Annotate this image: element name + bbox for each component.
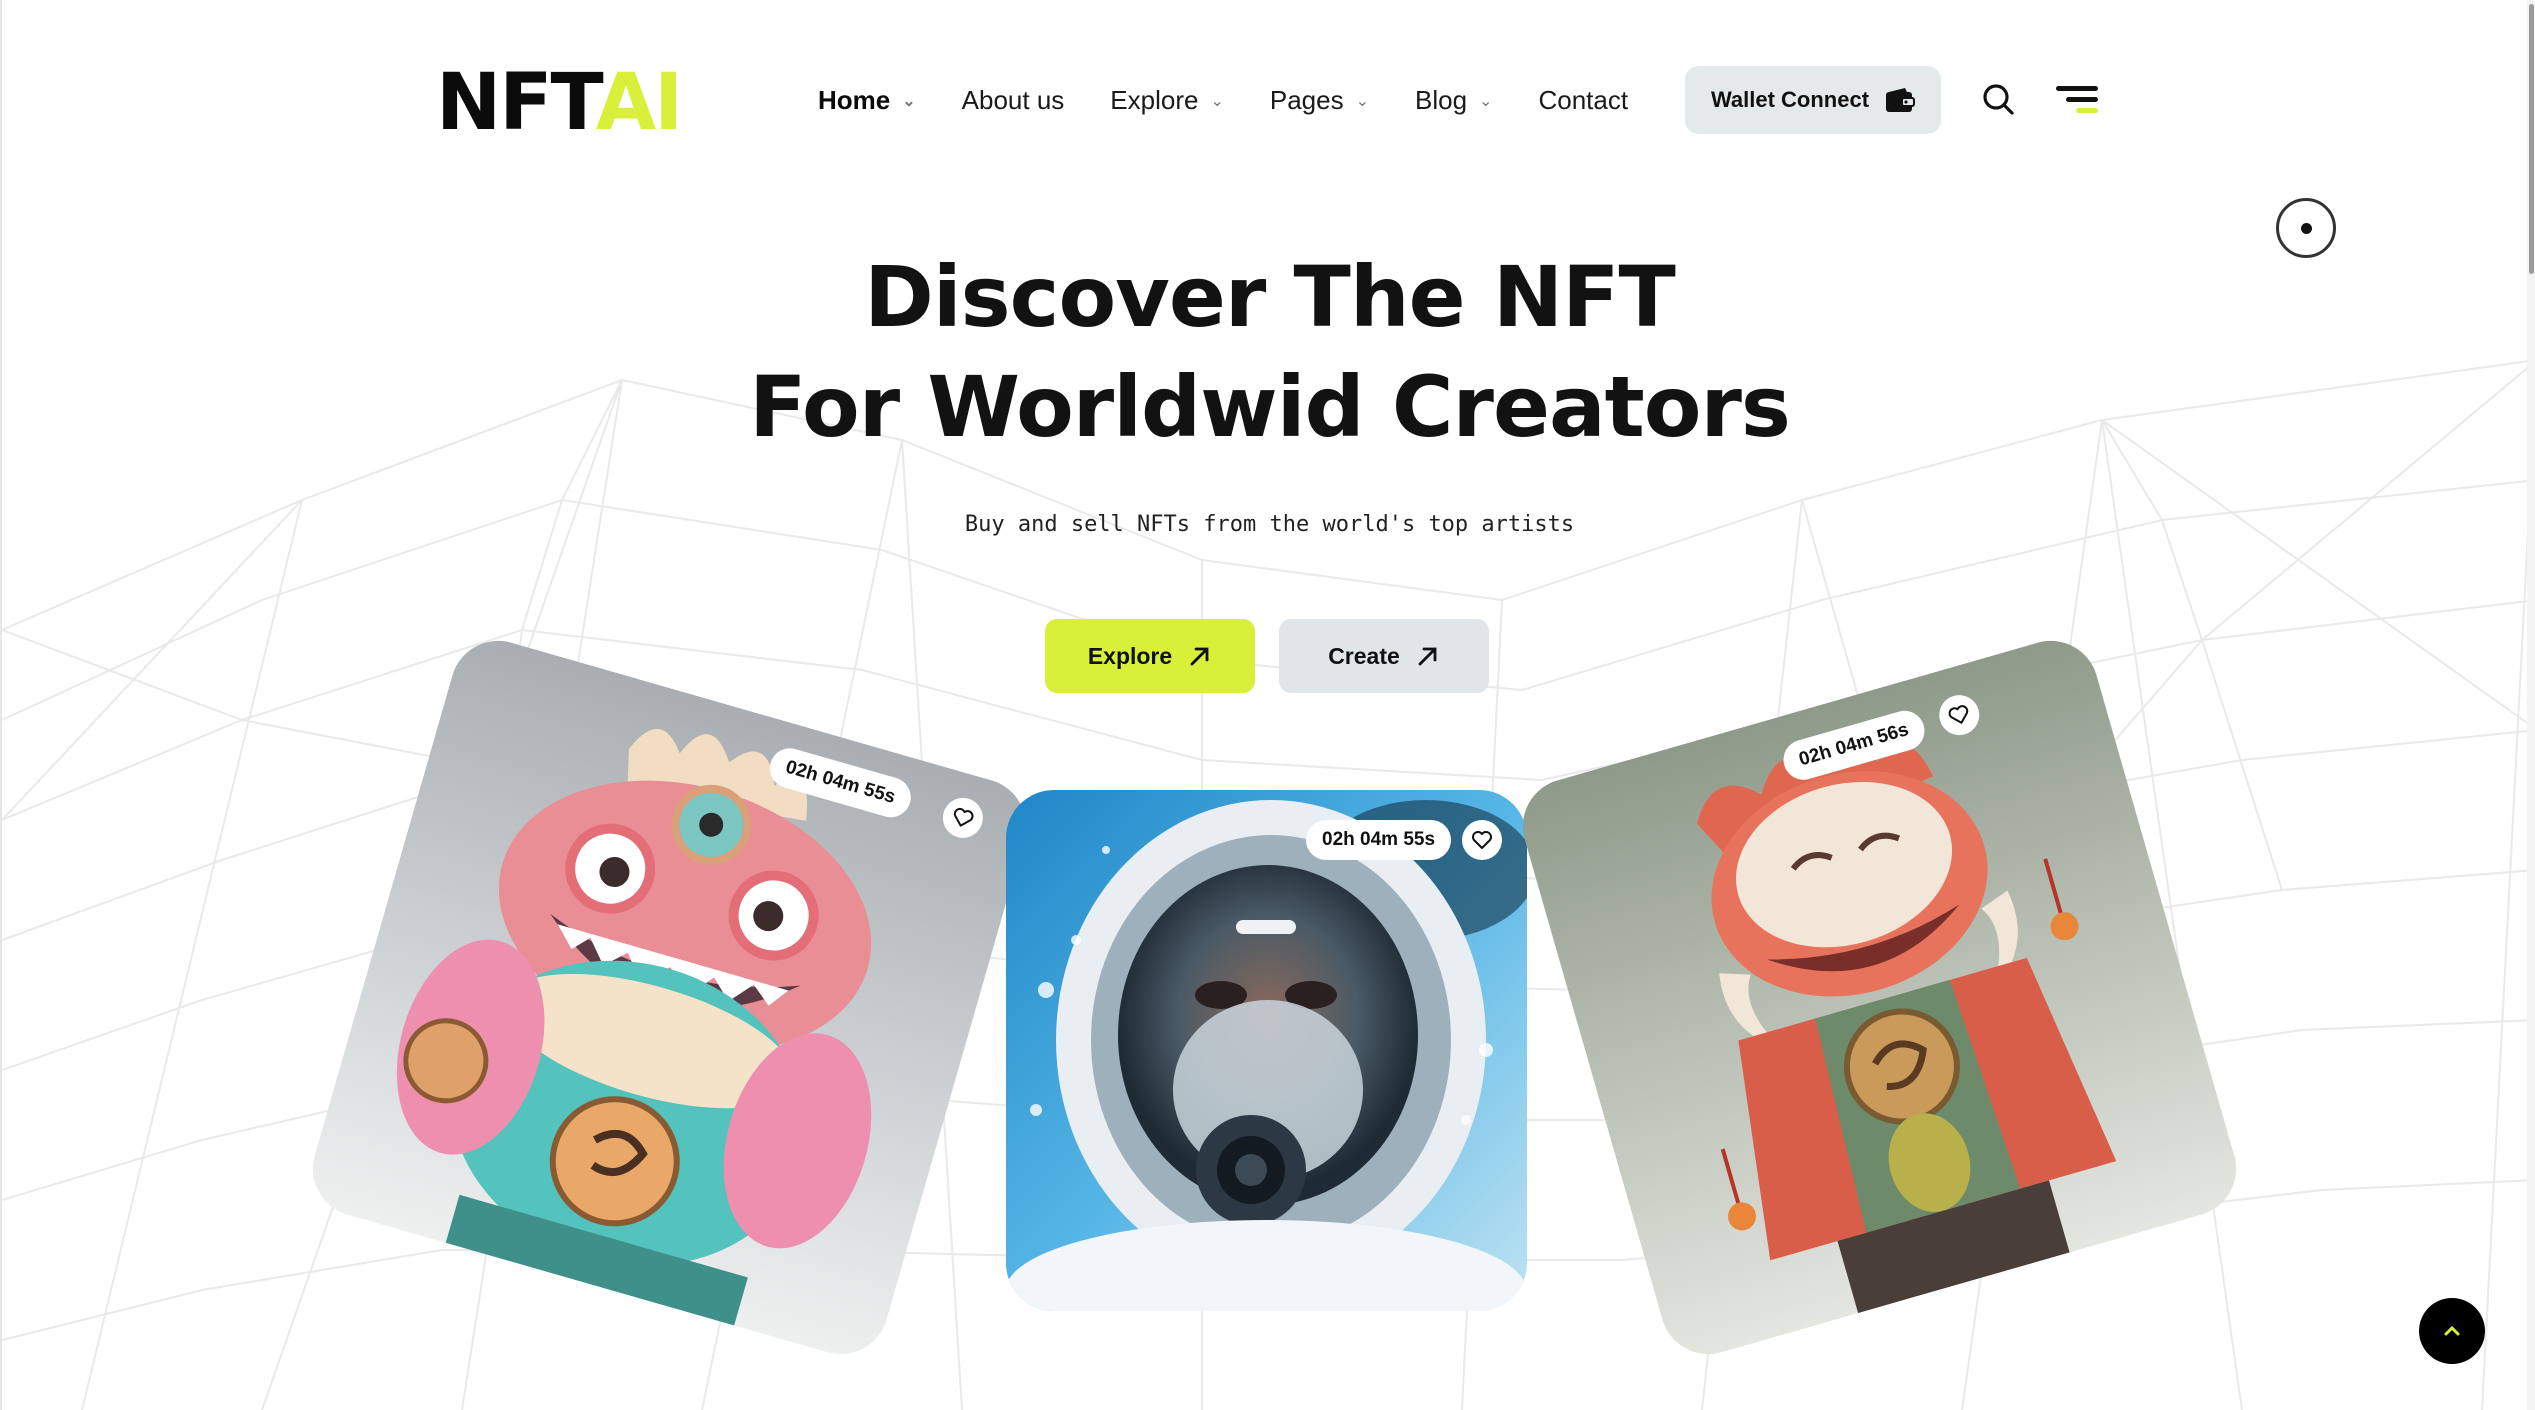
chevron-down-icon: ⌄ — [902, 93, 916, 110]
scrollbar[interactable] — [2527, 0, 2535, 1410]
logo-ai: AI — [595, 58, 683, 148]
nav-pages[interactable]: Pages ⌄ — [1270, 85, 1369, 116]
diver-helmet-art — [1006, 790, 1527, 1311]
menu-icon-accent — [2076, 108, 2098, 113]
nav-home-label: Home — [818, 84, 891, 115]
chevron-down-icon: ⌄ — [1479, 93, 1493, 110]
page: NFTAI Home ⌄ About us Explore ⌄ Pages ⌄ … — [0, 0, 2535, 1410]
hero-subtitle: Buy and sell NFTs from the world's top a… — [964, 512, 1575, 537]
menu-button[interactable] — [2056, 84, 2098, 116]
nav-pages-label: Pages — [1269, 84, 1344, 115]
explore-label: Explore — [1087, 642, 1173, 669]
logo[interactable]: NFTAI — [436, 58, 683, 148]
search-icon — [1983, 84, 2014, 115]
heart-icon — [1948, 705, 1969, 724]
wallet-icon — [1886, 88, 1916, 112]
chevron-up-icon — [2444, 1325, 2460, 1336]
nav-explore-label: Explore — [1110, 84, 1199, 115]
wallet-connect-button[interactable]: Wallet Connect — [1685, 66, 1941, 134]
nav-about-label: About us — [961, 84, 1065, 115]
wallet-connect-label: Wallet Connect — [1710, 87, 1870, 112]
chevron-down-icon: ⌄ — [1210, 93, 1224, 110]
nav-contact[interactable]: Contact — [1538, 85, 1628, 116]
nav-blog[interactable]: Blog ⌄ — [1415, 85, 1492, 116]
arrow-up-right-icon — [1418, 647, 1437, 666]
countdown-timer: 02h 04m 55s — [1306, 820, 1452, 860]
logo-nft: NFT — [436, 58, 598, 148]
heart-icon — [1472, 831, 1492, 849]
back-to-top-button[interactable] — [2419, 1298, 2485, 1364]
nav-home[interactable]: Home ⌄ — [818, 85, 916, 116]
hero-title-line1: Discover The NFT — [864, 248, 1676, 346]
explore-button[interactable]: Explore — [1045, 619, 1255, 693]
nav-explore[interactable]: Explore ⌄ — [1110, 85, 1224, 116]
nav-blog-label: Blog — [1415, 84, 1468, 115]
nft-card[interactable]: 02h 04m 55s — [1006, 790, 1527, 1311]
heart-icon — [953, 807, 974, 827]
menu-icon-line — [2066, 97, 2098, 102]
create-label: Create — [1328, 642, 1400, 669]
like-button[interactable] — [1462, 820, 1502, 860]
scrollbar-thumb[interactable] — [2529, 4, 2534, 274]
chevron-down-icon: ⌄ — [1355, 93, 1369, 110]
arrow-up-right-icon — [1190, 647, 1209, 666]
menu-icon — [2056, 86, 2098, 91]
nav-contact-label: Contact — [1538, 84, 1629, 115]
hero-title-line2: For Worldwid Creators — [749, 358, 1791, 456]
main-nav: Home ⌄ About us Explore ⌄ Pages ⌄ Blog ⌄… — [818, 78, 1628, 122]
nav-about[interactable]: About us — [962, 85, 1065, 116]
search-button[interactable] — [1979, 80, 2019, 120]
create-button[interactable]: Create — [1279, 619, 1489, 693]
